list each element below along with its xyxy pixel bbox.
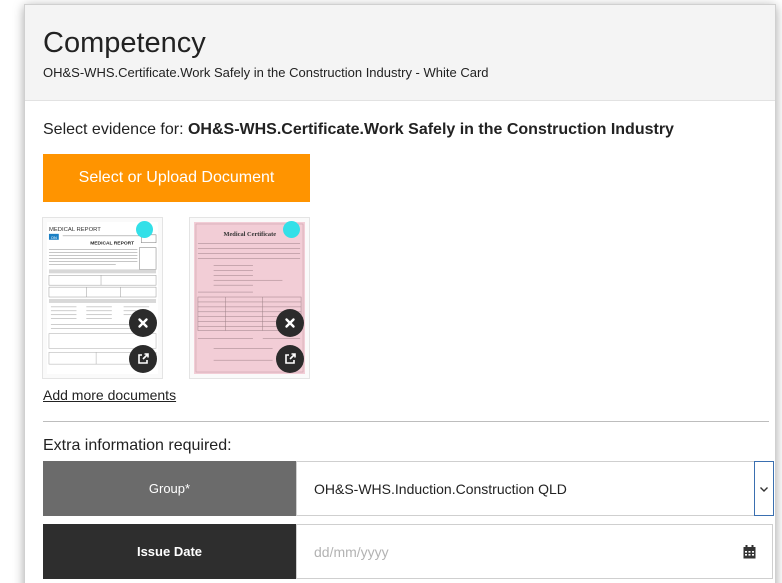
competency-subtitle: OH&S-WHS.Certificate.Work Safely in the … [43,65,489,80]
evidence-prompt: Select evidence for: OH&S-WHS.Certificat… [43,121,674,139]
external-link-icon [138,353,149,364]
open-document-button[interactable] [129,345,157,373]
close-icon [138,318,148,328]
group-label: Group * [43,461,296,516]
evidence-name: OH&S-WHS.Certificate.Work Safely in the … [187,121,674,138]
extra-info-heading: Extra information required: [43,437,232,454]
panel-header: Competency OH&S-WHS.Certificate.Work Saf… [25,5,775,101]
group-select-value: OH&S-WHS.Induction.Construction QLD [314,480,567,497]
document-status-dot [283,221,300,238]
remove-document-button[interactable] [276,309,304,337]
section-divider [43,421,769,422]
doc1-heading: MEDICAL REPORT [49,227,101,233]
doc1-badge: ON [51,235,57,240]
remove-document-button[interactable] [129,309,157,337]
chevron-down-icon [760,486,768,492]
select-upload-document-button[interactable]: Select or Upload Document [43,154,310,202]
group-select[interactable]: OH&S-WHS.Induction.Construction QLD [296,461,774,516]
doc2-title: Medical Certificate [223,231,276,238]
issue-date-placeholder: dd/mm/yyyy [314,543,389,560]
group-select-toggle[interactable] [754,461,774,516]
external-link-icon [285,353,296,364]
open-document-button[interactable] [276,345,304,373]
add-more-documents-link[interactable]: Add more documents [43,387,176,403]
group-field-row: Group * OH&S-WHS.Induction.Construction Q… [43,461,774,516]
calendar-icon[interactable] [743,545,756,559]
issue-date-field-row: Issue Date dd/mm/yyyy [43,524,773,579]
group-label-text: Group [148,481,186,496]
doc1-title: MEDICAL REPORT [90,241,134,247]
page-title: Competency [43,27,206,59]
document-status-dot [136,221,153,238]
issue-date-input[interactable]: dd/mm/yyyy [296,524,773,579]
document-thumbnail-medical-report[interactable]: MEDICAL REPORT ON MEDICAL REPORT [42,217,163,379]
close-icon [285,318,295,328]
required-marker: * [185,481,191,496]
document-thumbnail-medical-certificate[interactable]: Medical Certificate [189,217,310,379]
issue-date-label: Issue Date [43,524,296,579]
competency-panel: Competency OH&S-WHS.Certificate.Work Saf… [24,4,776,583]
evidence-prefix: Select evidence for: [43,121,188,138]
